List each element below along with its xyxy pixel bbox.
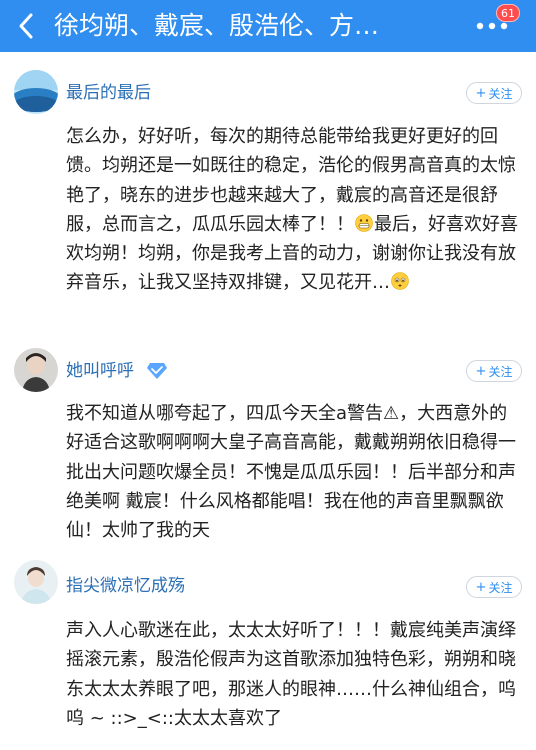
grin-emoji bbox=[355, 214, 373, 232]
username[interactable]: 指尖微凉忆成殇 bbox=[66, 575, 185, 597]
avatar[interactable] bbox=[14, 348, 58, 392]
follow-button[interactable]: + 关注 bbox=[466, 576, 522, 598]
comment-text: 怎么办，好好听，每次的期待总能带给我更好更好的回馈。均朔还是一如既往的稳定，浩伦… bbox=[66, 122, 522, 298]
page-title: 徐均朔、戴宸、殷浩伦、方… bbox=[54, 11, 380, 40]
plus-icon: + bbox=[475, 363, 487, 379]
comment-item: 最后的最后 + 关注 怎么办，好好听，每次的期待总能带给我更好更好的回馈。均朔还… bbox=[0, 52, 536, 342]
back-button[interactable] bbox=[12, 12, 40, 40]
username[interactable]: 最后的最后 bbox=[66, 82, 151, 104]
notification-badge: 61 bbox=[496, 4, 520, 22]
comment-text: 我不知道从哪夸起了，四瓜今天全a警告⚠，大西意外的好适合这歌啊啊啊大皇子高音高能… bbox=[66, 403, 516, 542]
follow-label: 关注 bbox=[488, 580, 513, 595]
plus-icon: + bbox=[475, 579, 487, 595]
username[interactable]: 她叫呼呼 bbox=[66, 360, 134, 382]
verified-music-icon bbox=[147, 363, 167, 379]
follow-button[interactable]: + 关注 bbox=[466, 82, 522, 104]
follow-button[interactable]: + 关注 bbox=[466, 360, 522, 382]
comment-item: 她叫呼呼 + 关注 我不知道从哪夸起了，四瓜今天全a警告⚠，大西意外的好适合这歌… bbox=[0, 342, 536, 552]
follow-label: 关注 bbox=[488, 86, 513, 101]
follow-label: 关注 bbox=[488, 364, 513, 379]
plus-icon: + bbox=[475, 85, 487, 101]
tearful-emoji bbox=[391, 272, 409, 291]
comment-item: 指尖微凉忆成殇 + 关注 声入人心歌迷在此，太太太好听了！！！戴宸纯美声演绎摇滚… bbox=[0, 552, 536, 750]
chevron-left-icon bbox=[19, 13, 33, 39]
avatar[interactable] bbox=[14, 560, 58, 604]
top-bar: 徐均朔、戴宸、殷浩伦、方… 61 bbox=[0, 0, 536, 52]
more-dots-icon bbox=[476, 22, 508, 30]
avatar[interactable] bbox=[14, 70, 58, 114]
comment-text: 声入人心歌迷在此，太太太好听了！！！戴宸纯美声演绎摇滚元素，殷浩伦假声为这首歌添… bbox=[66, 620, 516, 729]
